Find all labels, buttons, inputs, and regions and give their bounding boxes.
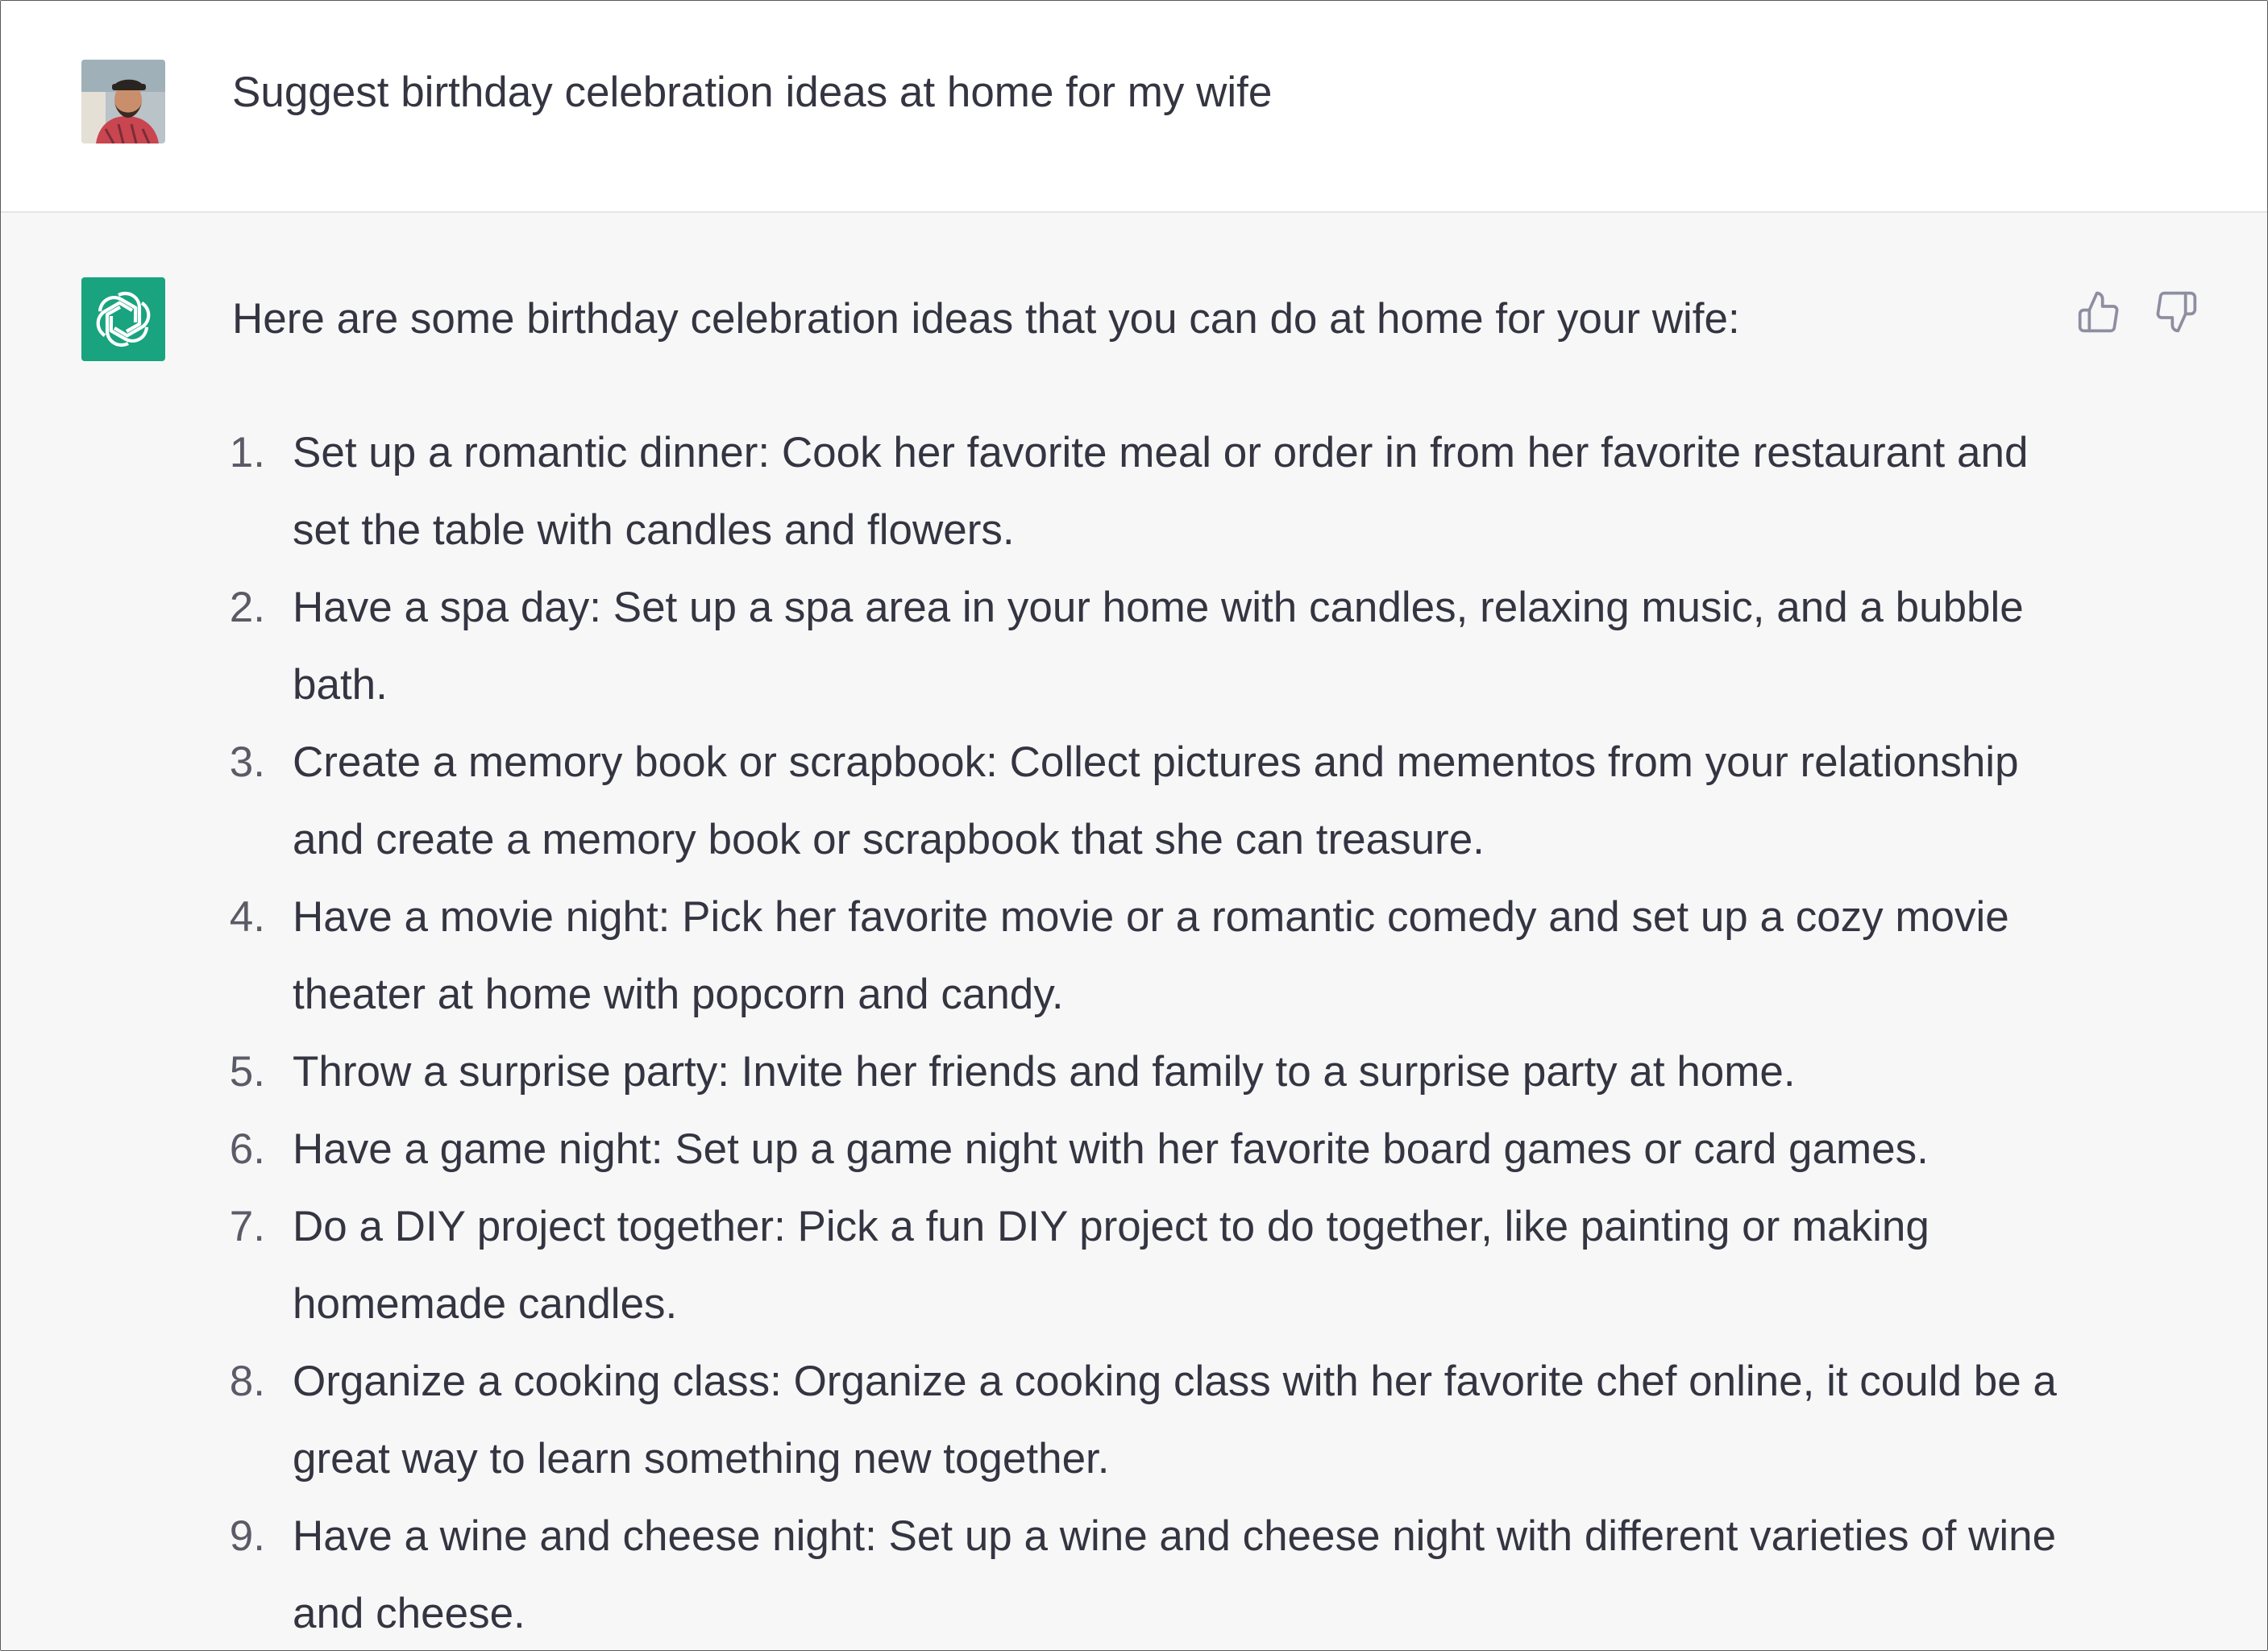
list-item-text: Have a spa day: Set up a spa area in you… xyxy=(293,584,2024,709)
list-item-text: Organize a cooking class: Organize a coo… xyxy=(293,1358,2057,1483)
list-item-number: 4. xyxy=(229,893,265,941)
list-item: 5. Throw a surprise party: Invite her fr… xyxy=(1,1033,2066,1111)
assistant-intro-text: Here are some birthday celebration ideas… xyxy=(232,295,1740,343)
list-item: 1. Set up a romantic dinner: Cook her fa… xyxy=(1,414,2066,569)
list-item-text: Have a game night: Set up a game night w… xyxy=(293,1125,1929,1173)
list-item: 9. Have a wine and cheese night: Set up … xyxy=(1,1498,2066,1650)
list-item-number: 2. xyxy=(229,584,265,631)
thumbs-down-icon xyxy=(2156,291,2197,333)
user-photo-avatar-icon xyxy=(81,60,165,143)
list-item-text: Create a memory book or scrapbook: Colle… xyxy=(293,738,2019,863)
list-item-number: 6. xyxy=(229,1125,265,1173)
list-item-text: Have a movie night: Pick her favorite mo… xyxy=(293,893,2009,1018)
list-item-text: Set up a romantic dinner: Cook her favor… xyxy=(293,429,2029,554)
user-message-row: Suggest birthday celebration ideas at ho… xyxy=(1,1,2267,213)
list-item: 7. Do a DIY project together: Pick a fun… xyxy=(1,1188,2066,1343)
assistant-message-row: Here are some birthday celebration ideas… xyxy=(1,213,2267,1650)
list-item: 8. Organize a cooking class: Organize a … xyxy=(1,1343,2066,1498)
user-message-text: Suggest birthday celebration ideas at ho… xyxy=(232,69,1273,116)
user-avatar xyxy=(81,60,165,143)
thumbs-down-button[interactable] xyxy=(2151,287,2201,337)
list-item-text: Have a wine and cheese night: Set up a w… xyxy=(293,1512,2057,1637)
list-item-number: 5. xyxy=(229,1048,265,1096)
openai-logo-icon xyxy=(96,291,151,347)
list-item-text: Throw a surprise party: Invite her frien… xyxy=(293,1048,1796,1096)
ideas-list: 1. Set up a romantic dinner: Cook her fa… xyxy=(1,414,2066,1650)
assistant-avatar xyxy=(81,277,165,361)
list-item: 4. Have a movie night: Pick her favorite… xyxy=(1,879,2066,1033)
chat-window: Suggest birthday celebration ideas at ho… xyxy=(0,0,2268,1651)
thumbs-up-button[interactable] xyxy=(2074,287,2124,337)
thumbs-up-icon xyxy=(2078,291,2119,333)
list-item: 3. Create a memory book or scrapbook: Co… xyxy=(1,724,2066,879)
list-item: 6. Have a game night: Set up a game nigh… xyxy=(1,1111,2066,1188)
list-item: 2. Have a spa day: Set up a spa area in … xyxy=(1,569,2066,724)
list-item-number: 8. xyxy=(229,1358,265,1405)
list-item-text: Do a DIY project together: Pick a fun DI… xyxy=(293,1203,1929,1328)
list-item-number: 9. xyxy=(229,1512,265,1560)
list-item-number: 7. xyxy=(229,1203,265,1250)
list-item-number: 3. xyxy=(229,738,265,786)
list-item-number: 1. xyxy=(229,429,265,476)
